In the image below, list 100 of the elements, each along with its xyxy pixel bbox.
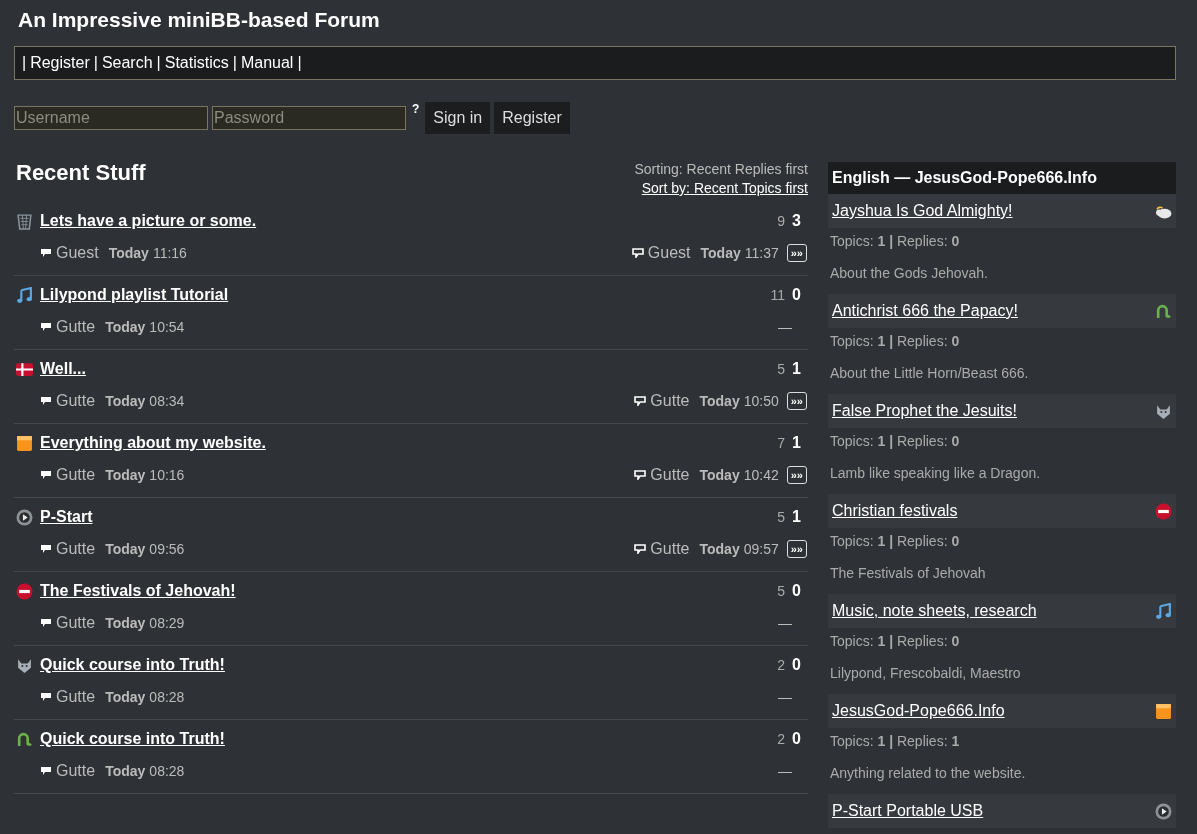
topic-title-link[interactable]: Lets have a picture or some. (40, 212, 771, 230)
views-count: 5 (777, 361, 785, 377)
speech-bubble-icon (40, 618, 52, 628)
forum-title-link[interactable]: P-Start Portable USB (832, 802, 984, 820)
sort-link[interactable]: Sort by: Recent Topics first (641, 179, 808, 198)
forum-description: Lamb like speaking like a Dragon. (829, 464, 1042, 483)
replies-count: 0 (792, 656, 802, 674)
menu-separator: | (22, 54, 27, 72)
views-count: 11 (770, 287, 785, 303)
speech-bubble-icon (40, 470, 52, 480)
forum-description: Lilypond, Frescobaldi, Maestro (829, 664, 1022, 683)
speech-bubble-icon (40, 248, 52, 258)
last-post-day: Today (699, 393, 740, 409)
post-time: 10:16 (149, 467, 185, 483)
snake-icon (1155, 302, 1172, 320)
menu-separator: | (156, 54, 161, 72)
speech-bubble-icon (40, 692, 52, 702)
speech-bubble-icon (40, 396, 52, 406)
help-link[interactable]: ? (412, 102, 420, 116)
post-day: Today (105, 689, 146, 705)
forum-description: The Festivals of Jehovah (829, 564, 987, 583)
forum-title-link[interactable]: Music, note sheets, research (832, 602, 1037, 620)
post-day: Today (108, 245, 149, 261)
forum-stats: Topics: 1 | Replies: 0 (829, 432, 961, 450)
post-day: Today (105, 763, 146, 779)
forum-description: About the Little Horn/Beast 666. (829, 364, 1030, 383)
topic-title-link[interactable]: Well... (40, 360, 771, 378)
author-name: Gutte (56, 540, 96, 558)
author-name: Gutte (56, 466, 96, 484)
author-name: Gutte (56, 318, 96, 336)
replies-count: 3 (792, 212, 802, 230)
go-to-last-post-button[interactable]: »» (786, 466, 807, 484)
post-day: Today (105, 467, 146, 483)
section-heading: Recent Stuff (16, 160, 146, 186)
sign-in-button[interactable]: Sign in (425, 102, 491, 134)
author-name: Guest (56, 244, 99, 262)
views-count: 9 (777, 213, 785, 229)
flag-icon (16, 360, 33, 378)
post-time: 11:16 (152, 245, 187, 261)
music-note-icon (16, 286, 33, 304)
topic-title-link[interactable]: Lilypond playlist Tutorial (40, 286, 764, 304)
post-time: 08:28 (149, 689, 185, 705)
views-count: 5 (777, 583, 785, 599)
play-icon (1155, 802, 1172, 820)
site-title: An Impressive miniBB-based Forum (18, 7, 381, 33)
topic-title-link[interactable]: Quick course into Truth! (40, 730, 771, 748)
snake-icon (16, 730, 33, 748)
speech-bubble-icon (634, 544, 647, 554)
last-post-time: 09:57 (743, 541, 779, 557)
password-field[interactable]: Password (212, 106, 406, 130)
topic-title-link[interactable]: Quick course into Truth! (40, 656, 771, 674)
register-button[interactable]: Register (494, 102, 570, 134)
forum-title-link[interactable]: False Prophet the Jesuits! (832, 402, 1017, 420)
username-field[interactable]: Username (14, 106, 208, 130)
forum-stats: Topics: 1 | Replies: 0 (829, 232, 961, 250)
app-tile-icon (1155, 702, 1172, 720)
menu-separator: | (93, 54, 98, 72)
post-time: 09:56 (149, 541, 185, 557)
play-icon (16, 508, 33, 526)
go-to-last-post-button[interactable]: »» (786, 540, 807, 558)
forum-stats: Topics: 1 | Replies: 0 (829, 332, 961, 350)
menu-link[interactable]: Search (101, 54, 153, 72)
speech-bubble-icon (634, 470, 647, 480)
menu-link[interactable]: Manual (240, 54, 294, 72)
menu-separator: | (232, 54, 237, 72)
forum-title-link[interactable]: Jayshua Is God Almighty! (832, 202, 1013, 220)
no-reply-dash: — (778, 763, 792, 779)
post-day: Today (105, 541, 146, 557)
forum-description: About the Gods Jehovah. (829, 264, 989, 283)
forum-title-link[interactable]: Christian festivals (832, 502, 958, 520)
post-time: 08:29 (149, 615, 185, 631)
last-poster-name: Guest (647, 244, 691, 262)
last-poster-name: Gutte (650, 392, 690, 410)
no-reply-dash: — (778, 615, 792, 631)
last-post-time: 10:50 (743, 393, 779, 409)
last-post-day: Today (699, 467, 740, 483)
menu-link[interactable]: Register (30, 54, 90, 72)
go-to-last-post-button[interactable]: »» (786, 392, 807, 410)
last-post-day: Today (700, 245, 741, 261)
last-poster-name: Gutte (650, 466, 690, 484)
replies-count: 1 (792, 360, 802, 378)
replies-count: 1 (792, 508, 802, 526)
forum-title-link[interactable]: JesusGod-Pope666.Info (832, 702, 1005, 720)
speech-bubble-icon (40, 322, 52, 332)
speech-bubble-icon (40, 766, 52, 776)
replies-count: 0 (792, 286, 802, 304)
forum-title-link[interactable]: Antichrist 666 the Papacy! (832, 302, 1018, 320)
last-poster-name: Gutte (650, 540, 690, 558)
topic-title-link[interactable]: The Festivals of Jehovah! (40, 582, 771, 600)
views-count: 2 (777, 657, 785, 673)
topic-title-link[interactable]: P-Start (40, 508, 771, 526)
views-count: 5 (777, 509, 785, 525)
last-post-day: Today (699, 541, 740, 557)
speech-bubble-icon (631, 248, 644, 258)
app-tile-icon (16, 434, 33, 452)
menu-link[interactable]: Statistics (164, 54, 229, 72)
author-name: Gutte (56, 614, 96, 632)
go-to-last-post-button[interactable]: »» (786, 244, 807, 262)
forum-stats: Topics: 1 | Replies: 0 (829, 632, 961, 650)
topic-title-link[interactable]: Everything about my website. (40, 434, 771, 452)
